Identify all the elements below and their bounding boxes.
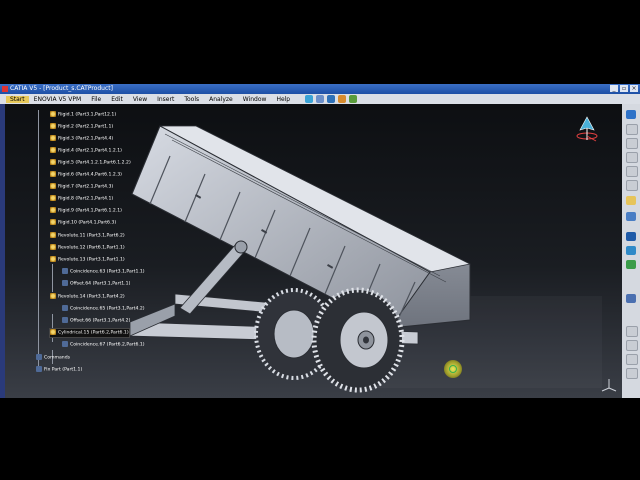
tree-item[interactable]: Coincidence.63 (Part3.1,Part1.1) <box>62 268 145 276</box>
tree-item[interactable]: Rigid.1 (Part3.1,Part12.1) <box>50 111 116 119</box>
toolbar-button[interactable] <box>626 212 636 221</box>
menu-file[interactable]: File <box>86 96 106 103</box>
catia-window: CATIA V5 - [Product_s.CATProduct] _ ▫ × … <box>0 84 640 398</box>
tree-item[interactable]: Commands <box>36 354 70 362</box>
commands-icon <box>36 354 42 360</box>
menu-view[interactable]: View <box>128 96 152 103</box>
constraint-icon <box>50 183 56 189</box>
quick-toolbar <box>305 95 358 103</box>
menu-bar: Start ENOVIA V5 VPM File Edit View Inser… <box>0 94 640 104</box>
constraint-icon <box>50 147 56 153</box>
toolbar-button[interactable] <box>626 354 638 365</box>
toolbar-button[interactable] <box>626 232 636 241</box>
restore-button[interactable]: ▫ <box>620 85 628 92</box>
fix-part-icon <box>36 366 42 372</box>
joint-icon <box>50 329 56 335</box>
refresh-icon[interactable] <box>305 95 314 103</box>
constraint-ref-icon <box>62 341 68 347</box>
toolbar-button[interactable] <box>626 124 638 135</box>
wheels <box>254 287 405 393</box>
tree-item[interactable]: Rigid.6 (Part4.4,Part6.1.2.3) <box>50 171 122 179</box>
constraint-ref-icon <box>62 280 68 286</box>
toolbar-button[interactable] <box>626 340 638 351</box>
tree-item-selected[interactable]: Cylindrical.15 (Part6.2,Part6.1) <box>49 328 130 338</box>
constraint-ref-icon <box>62 317 68 323</box>
grid-icon[interactable] <box>316 95 325 103</box>
menu-help[interactable]: Help <box>271 96 295 103</box>
constraint-icon <box>50 207 56 213</box>
compass-icon[interactable] <box>572 114 602 144</box>
toolbar-button[interactable] <box>626 110 636 119</box>
tree-item[interactable]: Rigid.2 (Part2.1,Part1.1) <box>50 123 113 131</box>
constraint-ref-icon <box>62 268 68 274</box>
close-button[interactable]: × <box>630 85 638 92</box>
constraint-icon <box>50 195 56 201</box>
joint-icon <box>50 256 56 262</box>
axis-icon <box>601 379 617 392</box>
menu-insert[interactable]: Insert <box>152 96 179 103</box>
tree-item[interactable]: Revolute.11 (Part3.1,Part6.2) <box>50 232 125 240</box>
tree-item[interactable]: Rigid.10 (Part4.1,Part6.3) <box>50 219 116 227</box>
toolbar-button[interactable] <box>626 180 638 191</box>
right-toolbar <box>622 104 640 398</box>
tree-item[interactable]: Fix Part (Part1.1) <box>36 366 82 374</box>
constraint-icon <box>50 135 56 141</box>
toolbar-button[interactable] <box>626 368 638 379</box>
tree-item[interactable]: Rigid.7 (Part2.1,Part4.3) <box>50 183 113 191</box>
menu-tools[interactable]: Tools <box>179 96 204 103</box>
toolbar-button[interactable] <box>626 196 636 205</box>
constraint-ref-icon <box>62 305 68 311</box>
window-title: CATIA V5 - [Product_s.CATProduct] <box>10 85 113 92</box>
tree-item[interactable]: Rigid.4 (Part2.1,Part4.1.2.1) <box>50 147 122 155</box>
tree-item[interactable]: Revolute.13 (Part3.1,Part1.1) <box>50 256 125 264</box>
tree-item[interactable]: Coincidence.65 (Part3.1,Part4.2) <box>62 305 145 313</box>
menu-start[interactable]: Start <box>6 95 29 103</box>
menu-enovia[interactable]: ENOVIA V5 VPM <box>29 96 87 103</box>
spinner-icon <box>444 360 462 378</box>
specification-tree: Rigid.1 (Part3.1,Part12.1) Rigid.2 (Part… <box>8 108 158 398</box>
tree-item[interactable]: Revolute.14 (Part3.1,Part4.2) <box>50 293 125 301</box>
menu-window[interactable]: Window <box>238 96 272 103</box>
tree-item[interactable]: Rigid.5 (Part4.1.2.1,Part6.1.2.2) <box>50 159 131 167</box>
menu-edit[interactable]: Edit <box>106 96 128 103</box>
constraint-icon <box>50 171 56 177</box>
tree-item[interactable]: Coincidence.67 (Part6.2,Part6.1) <box>62 341 145 349</box>
constraint-icon <box>50 123 56 129</box>
measure-icon[interactable] <box>349 95 358 103</box>
tree-scrollbar[interactable] <box>0 104 5 398</box>
tree-item[interactable]: Offset.66 (Part3.1,Part4.2) <box>62 317 130 325</box>
constraint-icon <box>50 111 56 117</box>
menu-analyze[interactable]: Analyze <box>204 96 238 103</box>
tree-item[interactable]: Revolute.12 (Part6.1,Part1.1) <box>50 244 125 252</box>
catia-app-icon <box>2 86 8 92</box>
toolbar-button[interactable] <box>626 294 636 303</box>
toolbar-button[interactable] <box>626 326 638 337</box>
joint-icon <box>50 232 56 238</box>
arrows-icon[interactable] <box>327 95 336 103</box>
3d-viewport[interactable]: Rigid.1 (Part3.1,Part12.1) Rigid.2 (Part… <box>0 104 622 398</box>
constraint-icon <box>50 159 56 165</box>
toolbar-button[interactable] <box>626 138 638 149</box>
tree-item[interactable]: Offset.64 (Part3.1,Part1.1) <box>62 280 130 288</box>
tree-item[interactable]: Rigid.9 (Part4.1,Part6.1.2.1) <box>50 207 122 215</box>
joint-icon <box>50 293 56 299</box>
tools-icon[interactable] <box>338 95 347 103</box>
toolbar-button[interactable] <box>626 260 636 269</box>
tree-item[interactable]: Rigid.8 (Part2.1,Part4.1) <box>50 195 113 203</box>
joint-icon <box>50 244 56 250</box>
toolbar-button[interactable] <box>626 166 638 177</box>
minimize-button[interactable]: _ <box>610 85 618 92</box>
toolbar-button[interactable] <box>626 152 638 163</box>
title-bar: CATIA V5 - [Product_s.CATProduct] _ ▫ × <box>0 84 640 94</box>
constraint-icon <box>50 219 56 225</box>
tree-item[interactable]: Rigid.3 (Part2.1,Part4.4) <box>50 135 113 143</box>
toolbar-button[interactable] <box>626 246 636 255</box>
